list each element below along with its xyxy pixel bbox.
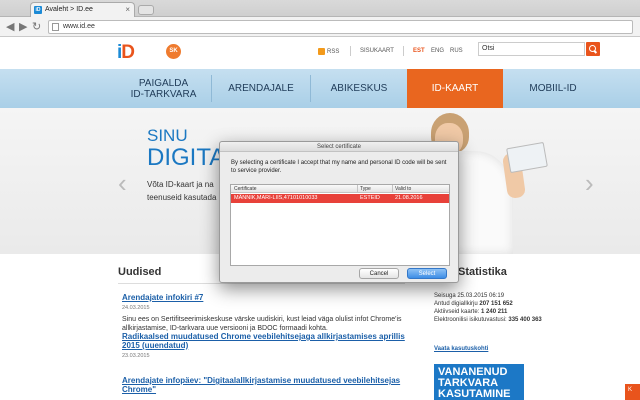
browser-tab[interactable]: iD Avaleht > ID.ee × xyxy=(30,2,135,17)
sk-badge[interactable]: SK xyxy=(166,44,181,59)
col-valid-to[interactable]: Valid to xyxy=(395,186,411,192)
hero-title-line2: DIGITA xyxy=(147,144,226,171)
stats-label: Antud digiallkirju xyxy=(434,301,480,307)
nav-abikeskus[interactable]: ABIKESKUS xyxy=(311,69,407,108)
banner-line3: KASUTAMINE xyxy=(438,388,511,400)
cert-type: ESTEID xyxy=(360,195,380,201)
outdated-software-banner[interactable]: VANANENUD TARKVARA KASUTAMINE xyxy=(434,364,524,400)
stats-value: 335 400 363 xyxy=(508,317,542,323)
news-title-link[interactable]: Arendajate infopäev: "Digitaalallkirjast… xyxy=(122,376,407,394)
site-favicon-icon: iD xyxy=(34,6,42,14)
header-divider xyxy=(403,46,404,56)
select-certificate-dialog: Select certificate By selecting a certif… xyxy=(219,141,459,283)
cert-name: MÄNNIK,MARI-LIIS,47101010033 xyxy=(234,195,318,201)
col-certificate[interactable]: Certificate xyxy=(234,186,257,192)
id-logo[interactable]: iD xyxy=(117,42,135,64)
tab-title: Avaleht > ID.ee xyxy=(45,6,93,13)
certificate-table-header: Certificate Type Valid to xyxy=(231,185,449,193)
new-tab-button[interactable] xyxy=(138,5,154,15)
news-title-link[interactable]: Arendajate infokiri #7 xyxy=(122,293,407,302)
cert-valid-to: 21.08.2016 xyxy=(395,195,423,201)
certificate-table: Certificate Type Valid to MÄNNIK,MARI-LI… xyxy=(230,184,450,266)
chevron-right-icon[interactable]: › xyxy=(585,168,594,199)
sitemap-link[interactable]: SISUKAART xyxy=(360,48,394,54)
hero-text-line2: teenuseid kasutada xyxy=(147,193,217,202)
stats-line: Elektroonilisi isikutuvastusi: 335 400 3… xyxy=(434,316,542,324)
stats-value: 1 240 211 xyxy=(481,309,508,315)
chevron-left-icon[interactable]: ‹ xyxy=(118,168,127,199)
news-summary: Sinu ees on Sertifitseerimiskeskuse värs… xyxy=(122,316,402,332)
logo-d: D xyxy=(121,42,135,63)
back-icon[interactable]: ◀ xyxy=(6,20,14,33)
certificate-row[interactable]: MÄNNIK,MARI-LIIS,47101010033 ESTEID 21.0… xyxy=(231,194,449,203)
address-bar: ◀ ▶ ↻ www.id.ee xyxy=(0,17,640,37)
nav-id-kaart[interactable]: ID-KAART xyxy=(407,69,503,108)
news-heading: Uudised xyxy=(118,266,162,278)
news-item: Arendajate infokiri #7 24.03.2015 Sinu e… xyxy=(122,293,407,333)
stats-list: Seisuga 25.03.2015 06:19 Antud digiallki… xyxy=(434,292,542,324)
stats-heading: Statistika xyxy=(458,266,507,278)
dialog-title: Select certificate xyxy=(220,142,458,152)
reload-icon[interactable]: ↻ xyxy=(32,20,41,33)
stats-label: Seisuga 25.03.2015 06:19 xyxy=(434,293,505,299)
lang-eng[interactable]: ENG xyxy=(431,48,444,54)
feedback-tab[interactable]: K xyxy=(625,384,640,400)
dialog-message: By selecting a certificate I accept that… xyxy=(231,160,447,174)
stats-line: Antud digiallkirju 207 151 652 xyxy=(434,300,542,308)
rss-label: RSS xyxy=(327,49,340,56)
stats-label: Aktiivseid kaarte: xyxy=(434,309,482,315)
id-card-icon xyxy=(506,141,548,174)
news-divider xyxy=(118,283,405,284)
nav-arendajale[interactable]: ARENDAJALE xyxy=(212,69,310,108)
lang-rus[interactable]: RUS xyxy=(450,48,463,54)
news-date: 23.03.2015 xyxy=(122,353,150,359)
usage-link[interactable]: Vaata kasutuskohti xyxy=(434,346,488,352)
search-icon[interactable] xyxy=(586,42,600,56)
news-item: Radikaalsed muudatused Chrome veebilehit… xyxy=(122,332,407,363)
stats-line: Aktiivseid kaarte: 1 240 211 xyxy=(434,308,542,316)
stats-label: Elektroonilisi isikutuvastusi: xyxy=(434,317,509,323)
lang-est[interactable]: EST xyxy=(413,48,425,54)
nav-mobiil-id[interactable]: MOBIIL-ID xyxy=(503,69,603,108)
browser-tab-bar: iD Avaleht > ID.ee × xyxy=(0,0,640,17)
hero-title-line1: SINU xyxy=(147,126,188,145)
news-date: 24.03.2015 xyxy=(122,305,150,311)
stats-line: Seisuga 25.03.2015 06:19 xyxy=(434,292,542,300)
page-icon xyxy=(52,23,59,31)
rss-link[interactable]: RSS xyxy=(318,48,339,55)
search-input[interactable]: Otsi xyxy=(478,42,585,56)
select-button[interactable]: Select xyxy=(407,268,447,279)
url-input[interactable]: www.id.ee xyxy=(48,20,633,34)
news-title-link[interactable]: Radikaalsed muudatused Chrome veebilehit… xyxy=(122,332,407,350)
col-divider xyxy=(392,185,393,193)
col-divider xyxy=(357,185,358,193)
main-nav: PAIGALDA ID-TARKVARA ARENDAJALE ABIKESKU… xyxy=(0,69,640,108)
tab-close-icon[interactable]: × xyxy=(125,5,130,14)
stats-value: 207 151 652 xyxy=(479,301,513,307)
cancel-button[interactable]: Cancel xyxy=(359,268,399,279)
header-divider xyxy=(350,46,351,56)
col-type[interactable]: Type xyxy=(360,186,371,192)
site-header: iD SK RSS SISUKAART EST ENG RUS Otsi xyxy=(0,37,640,69)
forward-icon[interactable]: ▶ xyxy=(19,20,27,33)
url-text: www.id.ee xyxy=(63,23,95,30)
news-item: Arendajate infopäev: "Digitaalallkirjast… xyxy=(122,376,407,394)
hero-text-line1: Võta ID-kaart ja na xyxy=(147,180,214,189)
rss-icon xyxy=(318,48,325,55)
nav-paigalda[interactable]: PAIGALDA ID-TARKVARA xyxy=(116,69,211,108)
hero-text: Võta ID-kaart ja na teenuseid kasutada xyxy=(147,178,216,204)
